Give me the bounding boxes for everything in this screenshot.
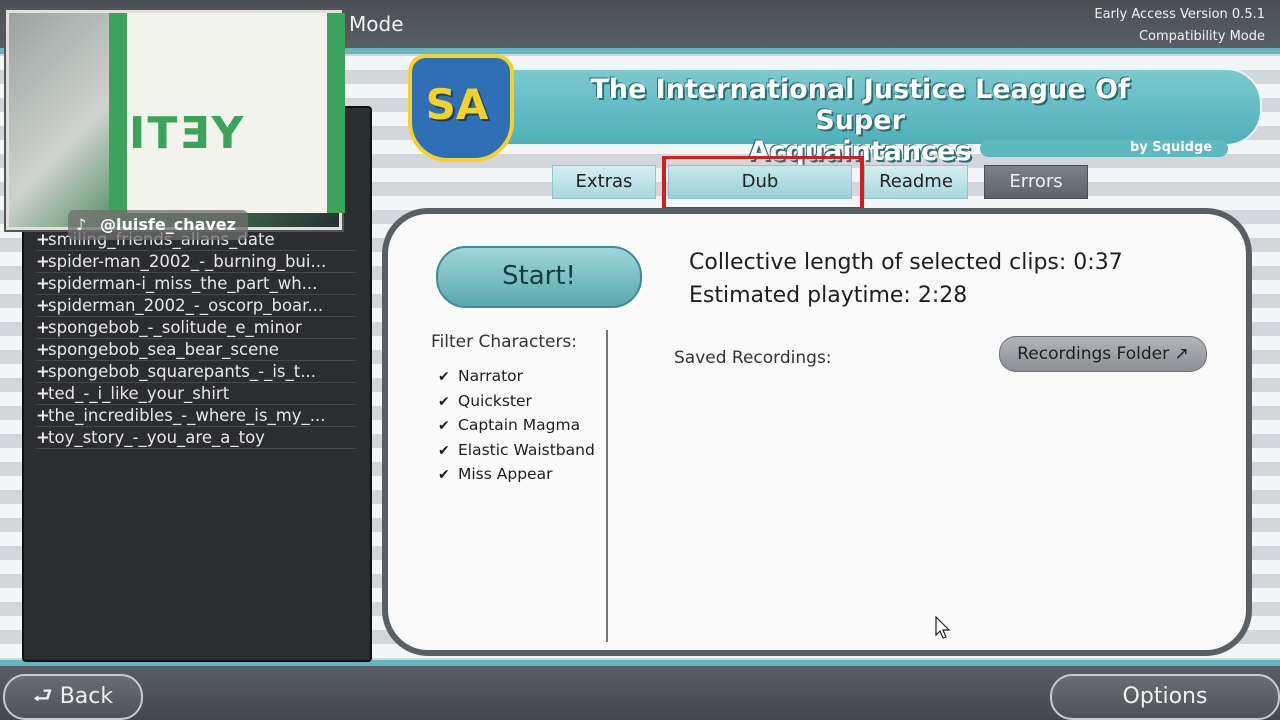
version-text: Early Access Version 0.5.1 — [1094, 7, 1265, 22]
character-name: Miss Appear — [458, 465, 553, 483]
character-name: Narrator — [458, 367, 523, 385]
byline: by Squidge — [1130, 140, 1213, 155]
checkmark-icon: ✔ — [438, 418, 450, 434]
back-arrow-icon: ⮐ — [32, 684, 60, 709]
add-clip-icon: + — [36, 296, 50, 315]
collective-length: Collective length of selected clips: 0:3… — [689, 250, 1123, 275]
panel-divider — [606, 330, 608, 642]
add-clip-icon: + — [36, 384, 50, 403]
add-clip-icon: + — [36, 318, 50, 337]
checkmark-icon: ✔ — [438, 467, 450, 483]
clip-name: spiderman_2002_-_oscorp_boar... — [48, 296, 324, 315]
clip-list-item[interactable]: +spongebob_sea_bear_scene — [36, 339, 356, 361]
tab-readme[interactable]: Readme — [864, 165, 968, 199]
character-filter-item[interactable]: ✔ Elastic Waistband — [438, 438, 595, 463]
clip-list-item[interactable]: +spiderman_2002_-_oscorp_boar... — [36, 295, 356, 317]
back-button[interactable]: ⮐ Back — [3, 674, 143, 720]
clip-list: +smiling_friends_allans_date+spider-man_… — [36, 229, 356, 449]
character-filter-item[interactable]: ✔ Quickster — [438, 389, 595, 414]
tiktok-handle: @luisfe_chavez — [100, 215, 236, 234]
back-label: Back — [59, 684, 114, 709]
tab-extras[interactable]: Extras — [552, 165, 656, 199]
webcam-overlay: ITƎY — [6, 10, 345, 230]
compat-mode-text: Compatibility Mode — [1138, 29, 1265, 44]
clip-list-item[interactable]: +spiderman-i_miss_the_part_wh... — [36, 273, 356, 295]
webcam-shirt-text: ITƎY — [129, 108, 246, 159]
checkmark-icon: ✔ — [438, 393, 450, 410]
character-filter-item[interactable]: ✔ Miss Appear — [438, 462, 595, 487]
character-name: Quickster — [458, 391, 532, 410]
recordings-folder-button[interactable]: Recordings Folder ↗ — [999, 336, 1207, 372]
clip-list-item[interactable]: +spongebob_-_solitude_e_minor — [36, 317, 356, 339]
logo-text: SA — [425, 80, 489, 129]
clip-list-item[interactable]: +ted_-_i_like_your_shirt — [36, 383, 356, 405]
clip-name: ted_-_i_like_your_shirt — [48, 384, 230, 403]
character-name: Captain Magma — [458, 416, 581, 434]
clip-list-item[interactable]: +the_incredibles_-_where_is_my_... — [36, 405, 356, 427]
clip-stats: Collective length of selected clips: 0:3… — [689, 246, 1123, 312]
character-filter-item[interactable]: ✔ Captain Magma — [438, 413, 595, 438]
character-name: Elastic Waistband — [458, 440, 595, 459]
clip-name: spongebob_-_solitude_e_minor — [48, 318, 302, 337]
filter-characters-label: Filter Characters: — [431, 332, 578, 352]
add-clip-icon: + — [36, 340, 50, 359]
add-clip-icon: + — [36, 406, 50, 425]
character-filter-item[interactable]: ✔ Narrator — [438, 364, 595, 389]
saved-recordings-label: Saved Recordings: — [674, 348, 832, 368]
clip-name: spongebob_sea_bear_scene — [48, 340, 279, 359]
tiktok-handle-badge: ♪ @luisfe_chavez — [68, 210, 248, 240]
clip-name: the_incredibles_-_where_is_my_... — [48, 406, 326, 425]
add-clip-icon: + — [36, 428, 50, 447]
clip-name: spiderman-i_miss_the_part_wh... — [48, 274, 318, 293]
start-button[interactable]: Start! — [436, 246, 642, 308]
add-clip-icon: + — [36, 230, 50, 249]
clip-name: spider-man_2002_-_burning_bui... — [48, 252, 327, 271]
clip-list-item[interactable]: +spongebob_squarepants_-_is_t... — [36, 361, 356, 383]
clip-list-item[interactable]: +toy_story_-_you_are_a_toy — [36, 427, 356, 449]
tab-dub[interactable]: Dub — [668, 165, 852, 199]
tab-errors[interactable]: Errors — [984, 165, 1088, 199]
character-filter-list: ✔ Narrator ✔ Quickster ✔ Captain Magma ✔ Elasti… — [438, 364, 595, 487]
clip-name: toy_story_-_you_are_a_toy — [48, 428, 265, 447]
clip-name: spongebob_squarepants_-_is_t... — [48, 362, 316, 381]
add-clip-icon: + — [36, 274, 50, 293]
add-clip-icon: + — [36, 362, 50, 381]
checkmark-icon: ✔ — [438, 369, 450, 385]
version-info: Early Access Version 0.5.1 Compatibility… — [1094, 4, 1265, 48]
add-clip-icon: + — [36, 252, 50, 271]
clip-list-item[interactable]: +spider-man_2002_-_burning_bui... — [36, 251, 356, 273]
options-button[interactable]: Options — [1050, 674, 1280, 720]
tiktok-icon: ♪ — [76, 215, 87, 234]
mouse-cursor-icon — [935, 616, 951, 639]
checkmark-icon: ✔ — [438, 442, 450, 459]
estimated-playtime: Estimated playtime: 2:28 — [689, 283, 968, 308]
title-line-1: The International Justice League Of Supe… — [590, 74, 1130, 136]
